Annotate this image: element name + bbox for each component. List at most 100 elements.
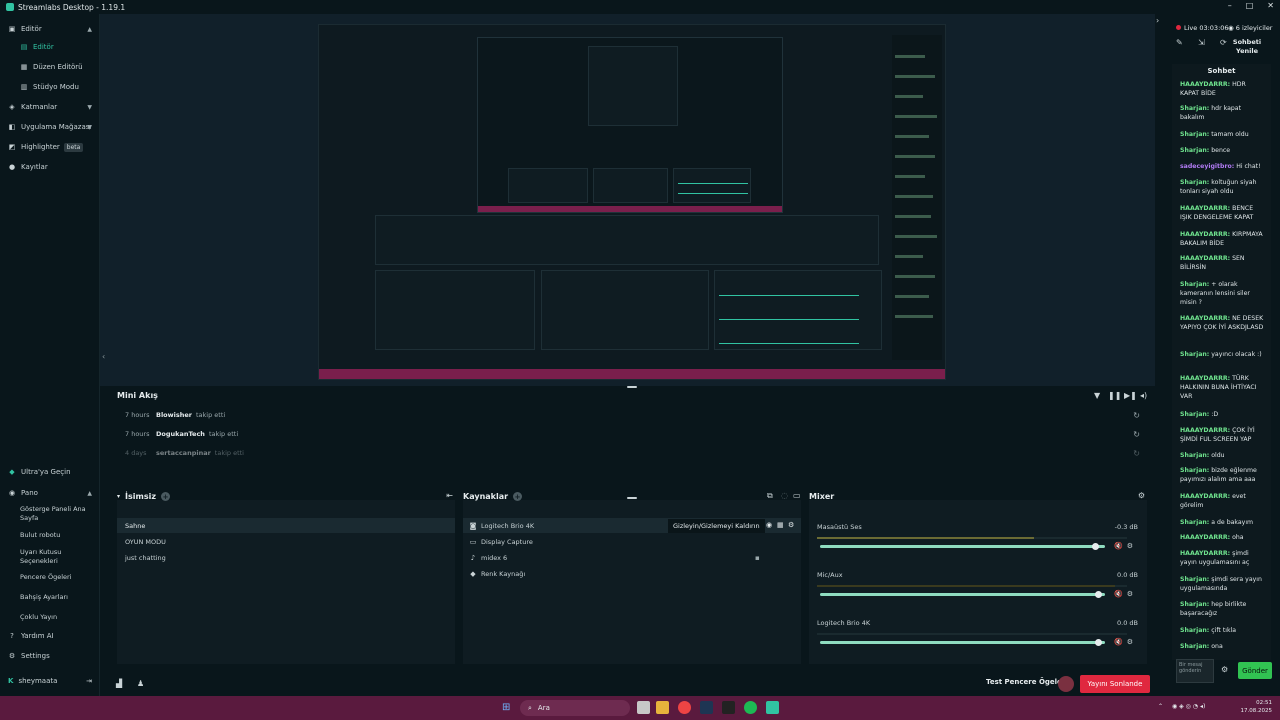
tray-icons[interactable]: ◉ ◈ ◎ ◔ ◂) xyxy=(1172,703,1205,710)
app-icon[interactable] xyxy=(722,701,735,714)
nav-studio-mode[interactable]: ▥ Stüdyo Modu xyxy=(0,78,100,96)
replay-icon[interactable]: ↻ xyxy=(1133,411,1140,420)
close-icon[interactable]: ✕ xyxy=(1267,1,1274,10)
stats-icon[interactable]: ▟ xyxy=(116,679,122,688)
transition-icon[interactable]: ⇤ xyxy=(446,491,453,500)
avatar[interactable] xyxy=(1058,676,1074,692)
volume-slider[interactable] xyxy=(820,639,1105,646)
nav-dashboard[interactable]: ◉ Pano ▲ xyxy=(0,484,100,502)
chat-username[interactable]: Sharjan: xyxy=(1180,601,1209,608)
add-scene-button[interactable]: + xyxy=(161,492,170,501)
chat-username[interactable]: Sharjan: xyxy=(1180,281,1209,288)
source-item[interactable]: ▭ Display Capture xyxy=(463,534,801,549)
nav-highlighter[interactable]: ◩ Highlighter beta xyxy=(0,138,100,156)
chat-username[interactable]: Sharjan: xyxy=(1180,519,1209,526)
volume-slider[interactable] xyxy=(820,543,1105,550)
task-view-icon[interactable] xyxy=(637,701,650,714)
dash-item-alertbox[interactable]: Uyarı Kutusu Seçenekleri xyxy=(20,548,96,566)
skip-icon[interactable]: ▶❚ xyxy=(1124,391,1137,400)
chat-username[interactable]: Sharjan: xyxy=(1180,105,1209,112)
dash-item-tips[interactable]: Bahşiş Ayarları xyxy=(20,593,96,602)
test-widgets-button[interactable]: Test Pencere Ögeleri xyxy=(986,678,1068,686)
dash-item-widgets[interactable]: Pencere Ögeleri xyxy=(20,573,96,582)
scenes-title[interactable]: İsimsiz xyxy=(125,492,156,501)
chat-username[interactable]: Sharjan: xyxy=(1180,576,1209,583)
nav-editor[interactable]: ▣ Editör ▲ xyxy=(0,20,100,38)
chat-username[interactable]: Sharjan: xyxy=(1180,131,1209,138)
refresh-icon[interactable]: ⟳ xyxy=(1220,38,1227,47)
nav-app-store[interactable]: ◧ Uygulama Mağazası ▼ xyxy=(0,118,100,136)
chat-username[interactable]: HAAAYDARRR: xyxy=(1180,534,1230,541)
dash-item-cloudbot[interactable]: Bulut robotu xyxy=(20,531,96,540)
chat-username[interactable]: Sharjan: xyxy=(1180,351,1209,358)
send-button[interactable]: Gönder xyxy=(1238,662,1272,679)
scene-item[interactable]: OYUN MODU xyxy=(117,534,455,549)
source-item[interactable]: ♪ midex 6 ▪ xyxy=(463,550,801,565)
chat-username[interactable]: Sharjan: xyxy=(1180,411,1209,418)
chat-username[interactable]: HAAAYDARRR: xyxy=(1180,427,1230,434)
streamlabs-icon[interactable] xyxy=(766,701,779,714)
chat-username[interactable]: sadeceyigitbro: xyxy=(1180,163,1234,170)
chat-username[interactable]: HAAAYDARRR: xyxy=(1180,315,1230,322)
nav-layout-editor[interactable]: ▦ Düzen Editörü xyxy=(0,58,100,76)
nav-editor-sub[interactable]: ▤ Editör xyxy=(0,38,100,56)
resize-handle[interactable] xyxy=(627,497,637,499)
end-stream-button[interactable]: Yayını Sonlande xyxy=(1080,675,1150,693)
nav-layers[interactable]: ◈ Katmanlar ▼ xyxy=(0,98,100,116)
chat-username[interactable]: HAAAYDARRR: xyxy=(1180,375,1230,382)
replay-icon[interactable]: ↻ xyxy=(1133,449,1140,458)
chat-input[interactable]: Bir mesaj gönderin xyxy=(1176,659,1214,683)
logout-icon[interactable]: ⇥ xyxy=(86,677,92,685)
chat-username[interactable]: HAAAYDARRR: xyxy=(1180,550,1230,557)
clock[interactable]: 02:51 17.08.2025 xyxy=(1236,699,1273,715)
dash-item-home[interactable]: Gösterge Paneli Ana Sayfa xyxy=(20,505,96,523)
maximize-icon[interactable]: □ xyxy=(1246,1,1254,10)
scene-item[interactable]: just chatting xyxy=(117,550,455,565)
nav-help-ai[interactable]: ? Yardım AI xyxy=(0,627,100,645)
chat-username[interactable]: Sharjan: xyxy=(1180,627,1209,634)
gear-icon[interactable]: ⚙ xyxy=(1138,491,1145,500)
chevron-right-icon[interactable]: › xyxy=(1156,16,1159,25)
channel-controls[interactable]: 🔇⚙ xyxy=(1114,542,1137,550)
edit-icon[interactable]: ✎ xyxy=(1176,38,1183,47)
steam-icon[interactable] xyxy=(700,701,713,714)
pause-icon[interactable]: ❚❚ xyxy=(1108,391,1121,400)
chat-username[interactable]: HAAAYDARRR: xyxy=(1180,231,1230,238)
spotify-icon[interactable] xyxy=(744,701,757,714)
tray-chevron-icon[interactable]: ⌃ xyxy=(1158,703,1163,710)
chat-username[interactable]: Sharjan: xyxy=(1180,643,1209,650)
folder-icon[interactable]: ▭ xyxy=(793,491,801,500)
user-row[interactable]: K sheymaata ⇥ xyxy=(0,672,100,690)
scene-item[interactable]: Sahne xyxy=(117,518,455,533)
chat-username[interactable]: HAAAYDARRR: xyxy=(1180,81,1230,88)
slider-knob[interactable] xyxy=(1095,639,1103,646)
stream-preview[interactable] xyxy=(318,24,946,380)
replay-icon[interactable]: ↻ xyxy=(1133,430,1140,439)
file-explorer-icon[interactable] xyxy=(656,701,669,714)
notification-icon[interactable]: ♟ xyxy=(137,679,144,688)
lock-icon[interactable]: ▪ xyxy=(755,554,760,562)
add-source-button[interactable]: + xyxy=(513,492,523,501)
dash-item-multistream[interactable]: Çoklu Yayın xyxy=(20,613,96,622)
scene-collection-chevron[interactable]: ▾ xyxy=(117,493,120,500)
volume-slider[interactable] xyxy=(820,591,1105,598)
chat-username[interactable]: Sharjan: xyxy=(1180,467,1209,474)
chat-username[interactable]: Sharjan: xyxy=(1180,452,1209,459)
chat-username[interactable]: HAAAYDARRR: xyxy=(1180,205,1230,212)
hide-icon[interactable]: ◌ xyxy=(781,491,788,500)
chat-username[interactable]: HAAAYDARRR: xyxy=(1180,493,1230,500)
slider-knob[interactable] xyxy=(1092,543,1100,550)
volume-icon[interactable]: ◂) xyxy=(1140,391,1147,400)
gear-icon[interactable]: ⚙ xyxy=(1221,665,1228,674)
refresh-chat-button[interactable]: Sohbeti Yenile xyxy=(1232,38,1262,56)
eye-icon[interactable]: ◉ xyxy=(766,521,772,529)
chat-username[interactable]: Sharjan: xyxy=(1180,147,1209,154)
nav-recordings[interactable]: ● Kayıtlar xyxy=(0,158,100,176)
popout-icon[interactable]: ⇲ xyxy=(1198,38,1205,47)
chevron-left-icon[interactable]: ‹ xyxy=(102,352,105,361)
chrome-icon[interactable] xyxy=(678,701,691,714)
channel-controls[interactable]: 🔇⚙ xyxy=(1114,638,1137,646)
taskbar-search[interactable]: ⌕ Ara xyxy=(520,700,630,716)
gear-icon[interactable]: ⚙ xyxy=(788,521,794,529)
channel-controls[interactable]: 🔇⚙ xyxy=(1114,590,1137,598)
